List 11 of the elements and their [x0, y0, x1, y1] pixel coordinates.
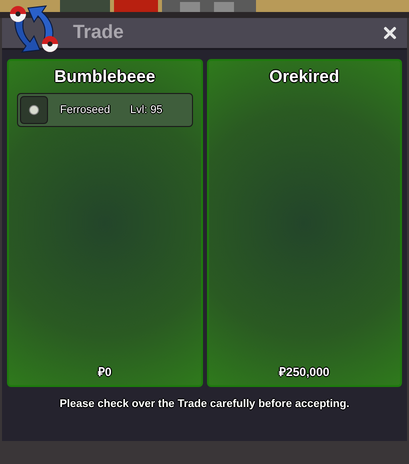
money-amount: ₽0	[98, 364, 112, 381]
pokemon-level: Lvl: 95	[130, 102, 163, 118]
notice-text: Please check over the Trade carefully before accepting.	[58, 397, 350, 412]
window-title: Trade	[73, 20, 125, 45]
money-amount: ₽250,000	[279, 364, 330, 381]
trader-name: Bumblebeee	[54, 66, 156, 88]
trader-name: Orekired	[269, 66, 340, 88]
pokemon-name: Ferroseed	[60, 102, 110, 118]
pokemon-icon	[20, 96, 48, 124]
close-button[interactable]	[381, 24, 399, 42]
pokemon-slot[interactable]: Ferroseed Lvl: 95	[17, 93, 192, 127]
